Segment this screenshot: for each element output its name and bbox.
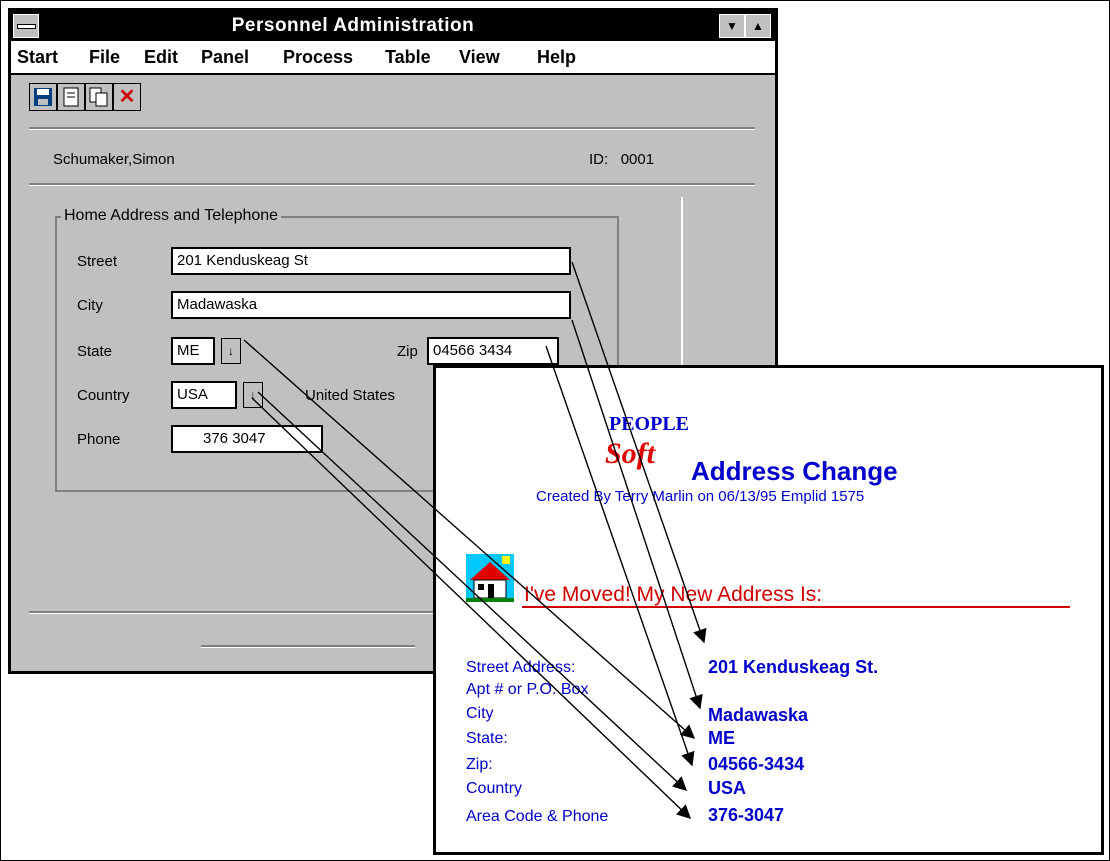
menu-process[interactable]: Process bbox=[283, 47, 353, 68]
form-subtitle: Created By Terry Marlin on 06/13/95 Empl… bbox=[536, 488, 865, 505]
country-form-label: Country bbox=[466, 780, 523, 797]
employee-id: ID: 0001 bbox=[589, 151, 654, 168]
country-form-value[interactable]: USA bbox=[708, 778, 746, 799]
city-input[interactable]: Madawaska bbox=[171, 291, 571, 319]
phone-form-label: Area Code & Phone bbox=[466, 808, 609, 825]
peoplesoft-logo: PEOPLE Soft bbox=[605, 413, 690, 470]
zip-input[interactable]: 04566 3434 bbox=[427, 337, 559, 365]
zip-label: Zip bbox=[397, 343, 418, 360]
status-line bbox=[201, 645, 415, 648]
address-change-form: PEOPLE Soft Address Change Created By Te… bbox=[433, 365, 1104, 855]
menu-file[interactable]: File bbox=[89, 47, 120, 68]
street-label: Street bbox=[77, 253, 118, 270]
delete-icon[interactable]: ✕ bbox=[113, 83, 141, 111]
street-address-value[interactable]: 201 Kenduskeag St. bbox=[708, 657, 878, 678]
street-input[interactable]: 201 Kenduskeag St bbox=[171, 247, 571, 275]
house-icon bbox=[466, 554, 514, 602]
save-icon[interactable] bbox=[29, 83, 57, 111]
city-form-value[interactable]: Madawaska bbox=[708, 705, 808, 726]
apt-label: Apt # or P.O. Box bbox=[466, 681, 589, 698]
title-bar[interactable]: Personnel Administration ▼ ▲ bbox=[11, 11, 775, 41]
menu-edit[interactable]: Edit bbox=[144, 47, 178, 68]
city-form-label: City bbox=[466, 705, 494, 722]
menu-panel[interactable]: Panel bbox=[201, 47, 249, 68]
zip-form-value[interactable]: 04566-3434 bbox=[708, 754, 804, 775]
phone-form-value[interactable]: 376-3047 bbox=[708, 805, 784, 826]
country-dropdown-button[interactable]: ↓ bbox=[243, 382, 263, 408]
separator-top bbox=[29, 127, 755, 130]
heading-underline bbox=[522, 606, 1070, 608]
state-label: State bbox=[77, 343, 113, 360]
maximize-button[interactable]: ▲ bbox=[745, 14, 771, 38]
state-form-label: State: bbox=[466, 730, 508, 747]
form-title: Address Change bbox=[691, 456, 898, 486]
menu-help[interactable]: Help bbox=[537, 47, 576, 68]
country-input[interactable]: USA bbox=[171, 381, 237, 409]
phone-label: Phone bbox=[77, 431, 121, 448]
employee-id-label: ID: bbox=[589, 151, 609, 168]
employee-name: Schumaker,Simon bbox=[53, 151, 175, 168]
state-dropdown-button[interactable]: ↓ bbox=[221, 338, 241, 364]
window-title: Personnel Administration bbox=[231, 15, 475, 36]
copy-icon[interactable] bbox=[85, 83, 113, 111]
country-name: United States bbox=[305, 387, 396, 404]
zip-form-label: Zip: bbox=[466, 756, 493, 773]
street-address-label: Street Address: bbox=[466, 659, 576, 676]
menu-start[interactable]: Start bbox=[17, 47, 58, 68]
city-label: City bbox=[77, 297, 103, 314]
separator-name bbox=[29, 183, 755, 186]
menu-view[interactable]: View bbox=[459, 47, 500, 68]
state-form-value[interactable]: ME bbox=[708, 728, 735, 749]
phone-input[interactable]: 376 3047 bbox=[171, 425, 323, 453]
new-icon[interactable] bbox=[57, 83, 85, 111]
menu-table[interactable]: Table bbox=[385, 47, 431, 68]
state-input[interactable]: ME bbox=[171, 337, 215, 365]
employee-id-value: 0001 bbox=[620, 151, 655, 168]
group-title: Home Address and Telephone bbox=[61, 207, 282, 225]
country-label: Country bbox=[77, 387, 130, 404]
menu-bar: Start File Edit Panel Process Table View… bbox=[11, 41, 775, 75]
moved-heading: I've Moved! My New Address Is: bbox=[524, 583, 823, 606]
minimize-button[interactable]: ▼ bbox=[719, 14, 745, 38]
